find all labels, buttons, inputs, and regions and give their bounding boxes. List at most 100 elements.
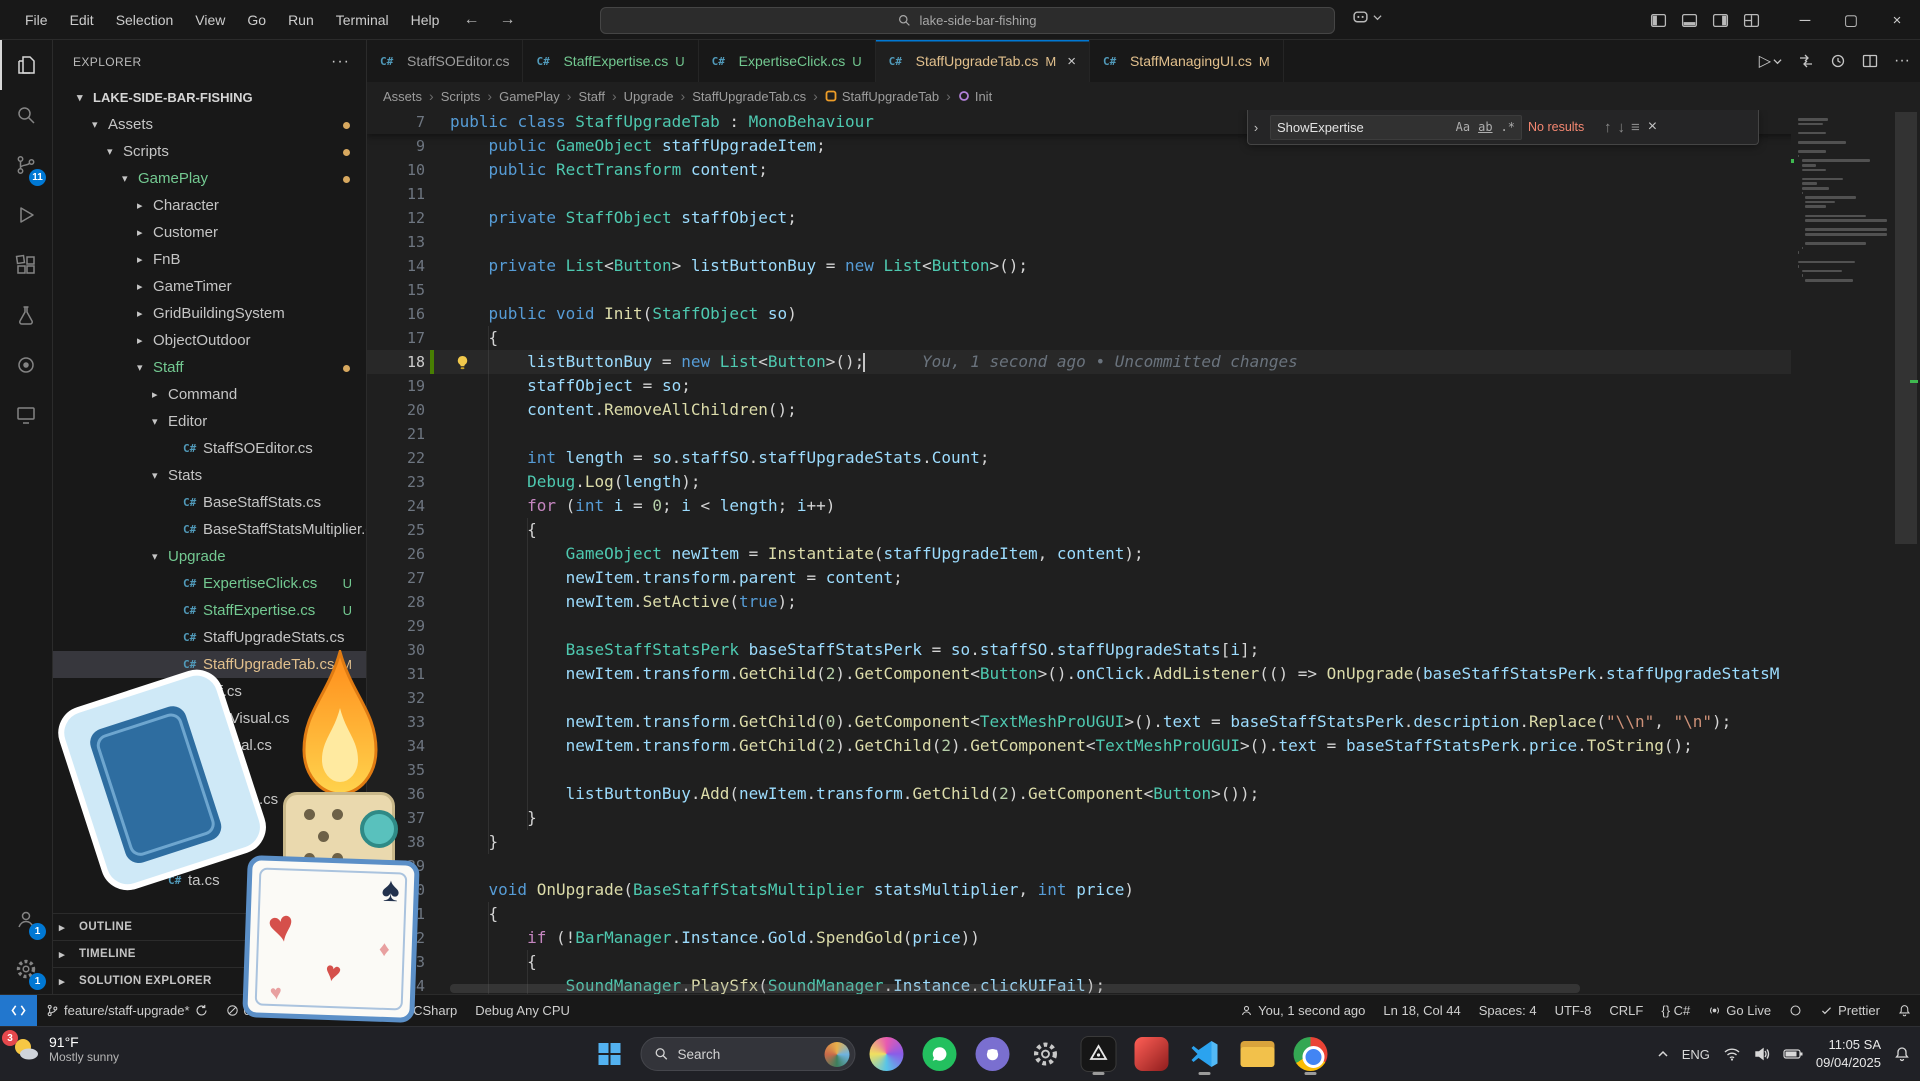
breadcrumb-item-upgrade[interactable]: Upgrade — [624, 89, 674, 104]
tab-staffsoeditor.cs[interactable]: C#StaffSOEditor.cs — [367, 40, 523, 82]
workspace-root-folder[interactable]: ▾ LAKE-SIDE-BAR-FISHING — [53, 84, 366, 111]
remote-indicator[interactable] — [0, 995, 37, 1026]
more-actions-icon[interactable]: ··· — [1894, 52, 1910, 70]
menu-help[interactable]: Help — [400, 0, 451, 40]
tree-item-staffupgradestats.cs[interactable]: C#StaffUpgradeStats.cs — [53, 624, 366, 651]
chevron-up-icon[interactable] — [1657, 1048, 1669, 1060]
run-debug-icon[interactable] — [0, 190, 52, 240]
volume-icon[interactable] — [1754, 1047, 1770, 1061]
problems[interactable]: 00 — [217, 995, 290, 1026]
menu-file[interactable]: File — [14, 0, 59, 40]
taskbar-app-github[interactable] — [971, 1032, 1015, 1076]
go-live[interactable]: Go Live — [1699, 995, 1780, 1026]
run-button[interactable]: ▷ — [1759, 51, 1782, 71]
breadcrumb-item-init[interactable]: Init — [958, 89, 992, 104]
breadcrumb-item-staffupgradetab.cs[interactable]: StaffUpgradeTab.cs — [692, 89, 806, 104]
command-center-search[interactable]: lake-side-bar-fishing — [600, 7, 1335, 34]
cursor-position[interactable]: Ln 18, Col 44 — [1374, 995, 1469, 1026]
tree-item-stats[interactable]: ▾Stats — [53, 462, 366, 489]
tree-item-ta.cs[interactable]: C#ta.cs — [53, 867, 366, 894]
toggle-panel-icon[interactable] — [1681, 12, 1698, 29]
start-button[interactable] — [588, 1032, 632, 1076]
search-icon[interactable] — [0, 90, 52, 140]
tree-item-tionvisual.cs[interactable]: C#tionVisual.cs — [53, 732, 366, 759]
tree-item-fmike.cs[interactable]: C#fMike.cs — [53, 759, 366, 786]
tab-staffupgradetab.cs[interactable]: C#StaffUpgradeTab.csM× — [876, 40, 1090, 82]
tree-item-hidden[interactable] — [53, 813, 366, 840]
tree-item-gametimer[interactable]: ▸GameTimer — [53, 273, 366, 300]
taskbar-app-chrome[interactable] — [1289, 1032, 1333, 1076]
explorer-icon[interactable] — [0, 40, 52, 90]
section-solution-explorer[interactable]: ▸SOLUTION EXPLORER — [53, 967, 366, 994]
prettier-status[interactable]: Prettier — [1811, 995, 1889, 1026]
find-input[interactable]: ShowExpertise Aa ab .* — [1270, 115, 1522, 140]
tree-item-staff[interactable]: ▾Staff — [53, 354, 366, 381]
toggle-secondary-sidebar-icon[interactable] — [1712, 12, 1729, 29]
tree-item-customer[interactable]: ▸Customer — [53, 219, 366, 246]
tree-item-hidden[interactable]: C# — [53, 840, 366, 867]
breadcrumb-item-assets[interactable]: Assets — [383, 89, 422, 104]
breadcrumb-item-staffupgradetab[interactable]: StaffUpgradeTab — [825, 89, 939, 104]
minimize-button[interactable]: ─ — [1782, 0, 1828, 40]
build-config[interactable]: Debug Any CPU — [466, 995, 579, 1026]
close-button[interactable]: × — [1874, 0, 1920, 40]
language-mode[interactable]: {} C# — [1652, 995, 1699, 1026]
tree-item-actionvisual.cs[interactable]: C#ActionVisual.cs — [53, 705, 366, 732]
tree-item-staffupgradetab.cs[interactable]: C#StaffUpgradeTab.csM — [53, 651, 366, 678]
toggle-replace-icon[interactable]: › — [1248, 120, 1264, 135]
encoding[interactable]: UTF-8 — [1546, 995, 1601, 1026]
back-button[interactable]: ← — [456, 11, 486, 29]
source-control-blame[interactable]: You, 1 second ago — [1231, 995, 1374, 1026]
horizontal-scrollbar[interactable] — [450, 984, 1580, 993]
language-indicator[interactable]: ENG — [1682, 1047, 1710, 1062]
more-actions-icon[interactable]: ··· — [331, 53, 350, 71]
battery-icon[interactable] — [1783, 1048, 1803, 1060]
whole-word-icon[interactable]: ab — [1478, 120, 1492, 134]
tab-expertiseclick.cs[interactable]: C#ExpertiseClick.csU — [699, 40, 876, 82]
taskbar-app-gear[interactable] — [1024, 1032, 1068, 1076]
forward-button[interactable]: → — [492, 11, 522, 29]
accounts-icon[interactable]: 1 — [0, 894, 52, 944]
tree-item-staffexpertise.cs[interactable]: C#StaffExpertise.csU — [53, 597, 366, 624]
tree-item-expertiseclick.cs[interactable]: C#ExpertiseClick.csU — [53, 570, 366, 597]
circle-dot-icon[interactable] — [0, 340, 52, 390]
menu-view[interactable]: View — [184, 0, 236, 40]
tree-item-editor[interactable]: ▾Editor — [53, 408, 366, 435]
clock[interactable]: 11:05 SA 09/04/2025 — [1816, 1036, 1881, 1071]
project-selector[interactable]: Projects: Assembly-CSharp — [290, 995, 466, 1026]
tree-item-objectoutdoor[interactable]: ▸ObjectOutdoor — [53, 327, 366, 354]
toggle-sidebar-icon[interactable] — [1650, 12, 1667, 29]
maximize-button[interactable]: ▢ — [1828, 0, 1874, 40]
tree-item-upgrade[interactable]: ▾Upgrade — [53, 543, 366, 570]
section-outline[interactable]: ▸OUTLINE — [53, 913, 366, 940]
copilot-button[interactable] — [1352, 9, 1382, 26]
weather-widget[interactable]: 3 91°F Mostly sunny — [10, 1034, 119, 1064]
tree-item-staffsoeditor.cs[interactable]: C#StaffSOEditor.cs — [53, 435, 366, 462]
tree-item-command[interactable]: ▸Command — [53, 381, 366, 408]
split-editor-icon[interactable] — [1862, 53, 1878, 69]
tab-staffexpertise.cs[interactable]: C#StaffExpertise.csU — [523, 40, 698, 82]
taskbar-app-unity[interactable] — [1077, 1032, 1121, 1076]
menu-edit[interactable]: Edit — [59, 0, 105, 40]
previous-match-icon[interactable]: ↑ — [1604, 119, 1612, 136]
taskbar-search[interactable]: Search — [641, 1037, 856, 1071]
eol-selector[interactable]: CRLF — [1600, 995, 1652, 1026]
menu-selection[interactable]: Selection — [105, 0, 185, 40]
tree-item-assets[interactable]: ▾Assets — [53, 111, 366, 138]
breadcrumb-item-staff[interactable]: Staff — [578, 89, 605, 104]
tree-item-character[interactable]: ▸Character — [53, 192, 366, 219]
customize-layout-icon[interactable] — [1743, 12, 1760, 29]
match-case-icon[interactable]: Aa — [1456, 120, 1470, 134]
find-in-selection-icon[interactable]: ≡ — [1631, 119, 1640, 136]
taskbar-app-whatsapp[interactable] — [918, 1032, 962, 1076]
circle-status[interactable] — [1780, 995, 1811, 1026]
git-branch[interactable]: feature/staff-upgrade* — [37, 995, 217, 1026]
menu-terminal[interactable]: Terminal — [325, 0, 400, 40]
testing-icon[interactable] — [0, 290, 52, 340]
tree-item-gameplay[interactable]: ▾GamePlay — [53, 165, 366, 192]
settings-gear-icon[interactable]: 1 — [0, 944, 52, 994]
regex-icon[interactable]: .* — [1501, 120, 1515, 134]
tree-item-fnb[interactable]: ▸FnB — [53, 246, 366, 273]
menu-go[interactable]: Go — [236, 0, 277, 40]
tree-item-basestaffstatsmultiplier.cs[interactable]: C#BaseStaffStatsMultiplier.cs — [53, 516, 366, 543]
